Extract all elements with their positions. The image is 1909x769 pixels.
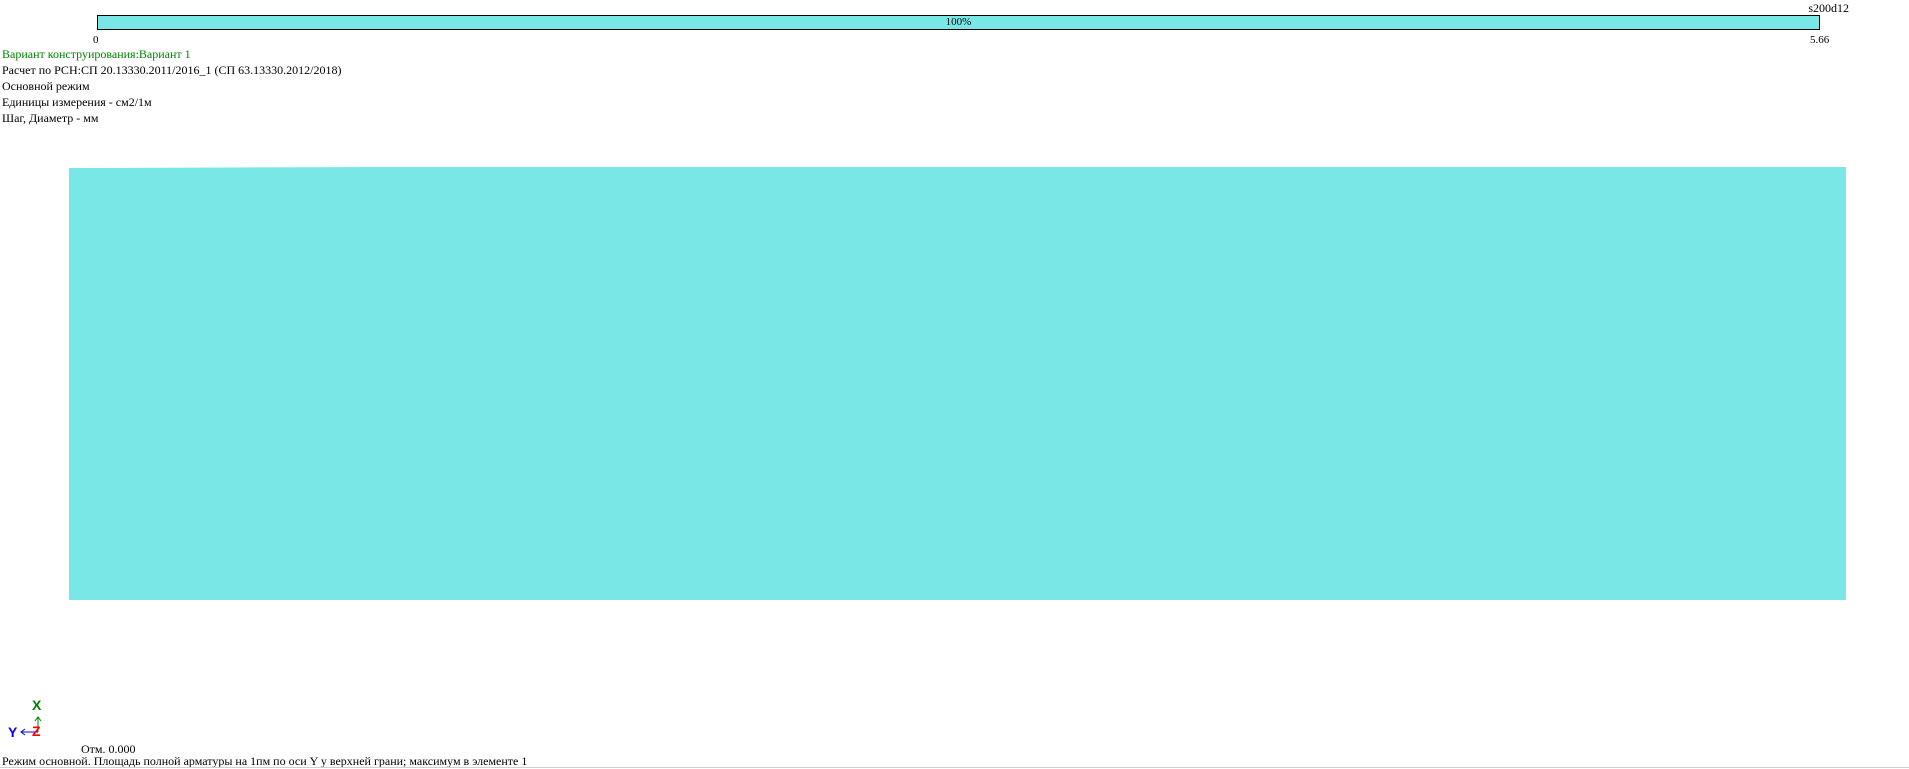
- plate-element[interactable]: [69, 167, 1846, 600]
- legend-color-bar: 100%: [97, 15, 1820, 30]
- legend-max-value: 5.66: [1810, 34, 1830, 46]
- axes-triad: X Y Z: [8, 697, 42, 740]
- norms-label: Расчет по РСН:СП 20.13330.2011/2016_1 (С…: [2, 63, 342, 77]
- units-label: Единицы измерения - см2/1м: [2, 95, 152, 109]
- bottom-divider: [0, 767, 1909, 768]
- mode-label: Основной режим: [2, 79, 90, 93]
- status-text: Режим основной. Площадь полной арматуры …: [2, 754, 528, 768]
- step-diameter-label: Шаг, Диаметр - мм: [2, 111, 99, 125]
- legend-bar-percent: 100%: [945, 16, 972, 28]
- legend-reinforcement-label: s200d12: [1808, 1, 1849, 15]
- axis-x-label: X: [32, 697, 42, 713]
- design-variant-label: Вариант конструирования:Вариант 1: [2, 47, 191, 61]
- axis-y-label: Y: [8, 724, 18, 740]
- axis-z-label: Z: [32, 723, 41, 739]
- plate-mosaic[interactable]: [69, 167, 1846, 600]
